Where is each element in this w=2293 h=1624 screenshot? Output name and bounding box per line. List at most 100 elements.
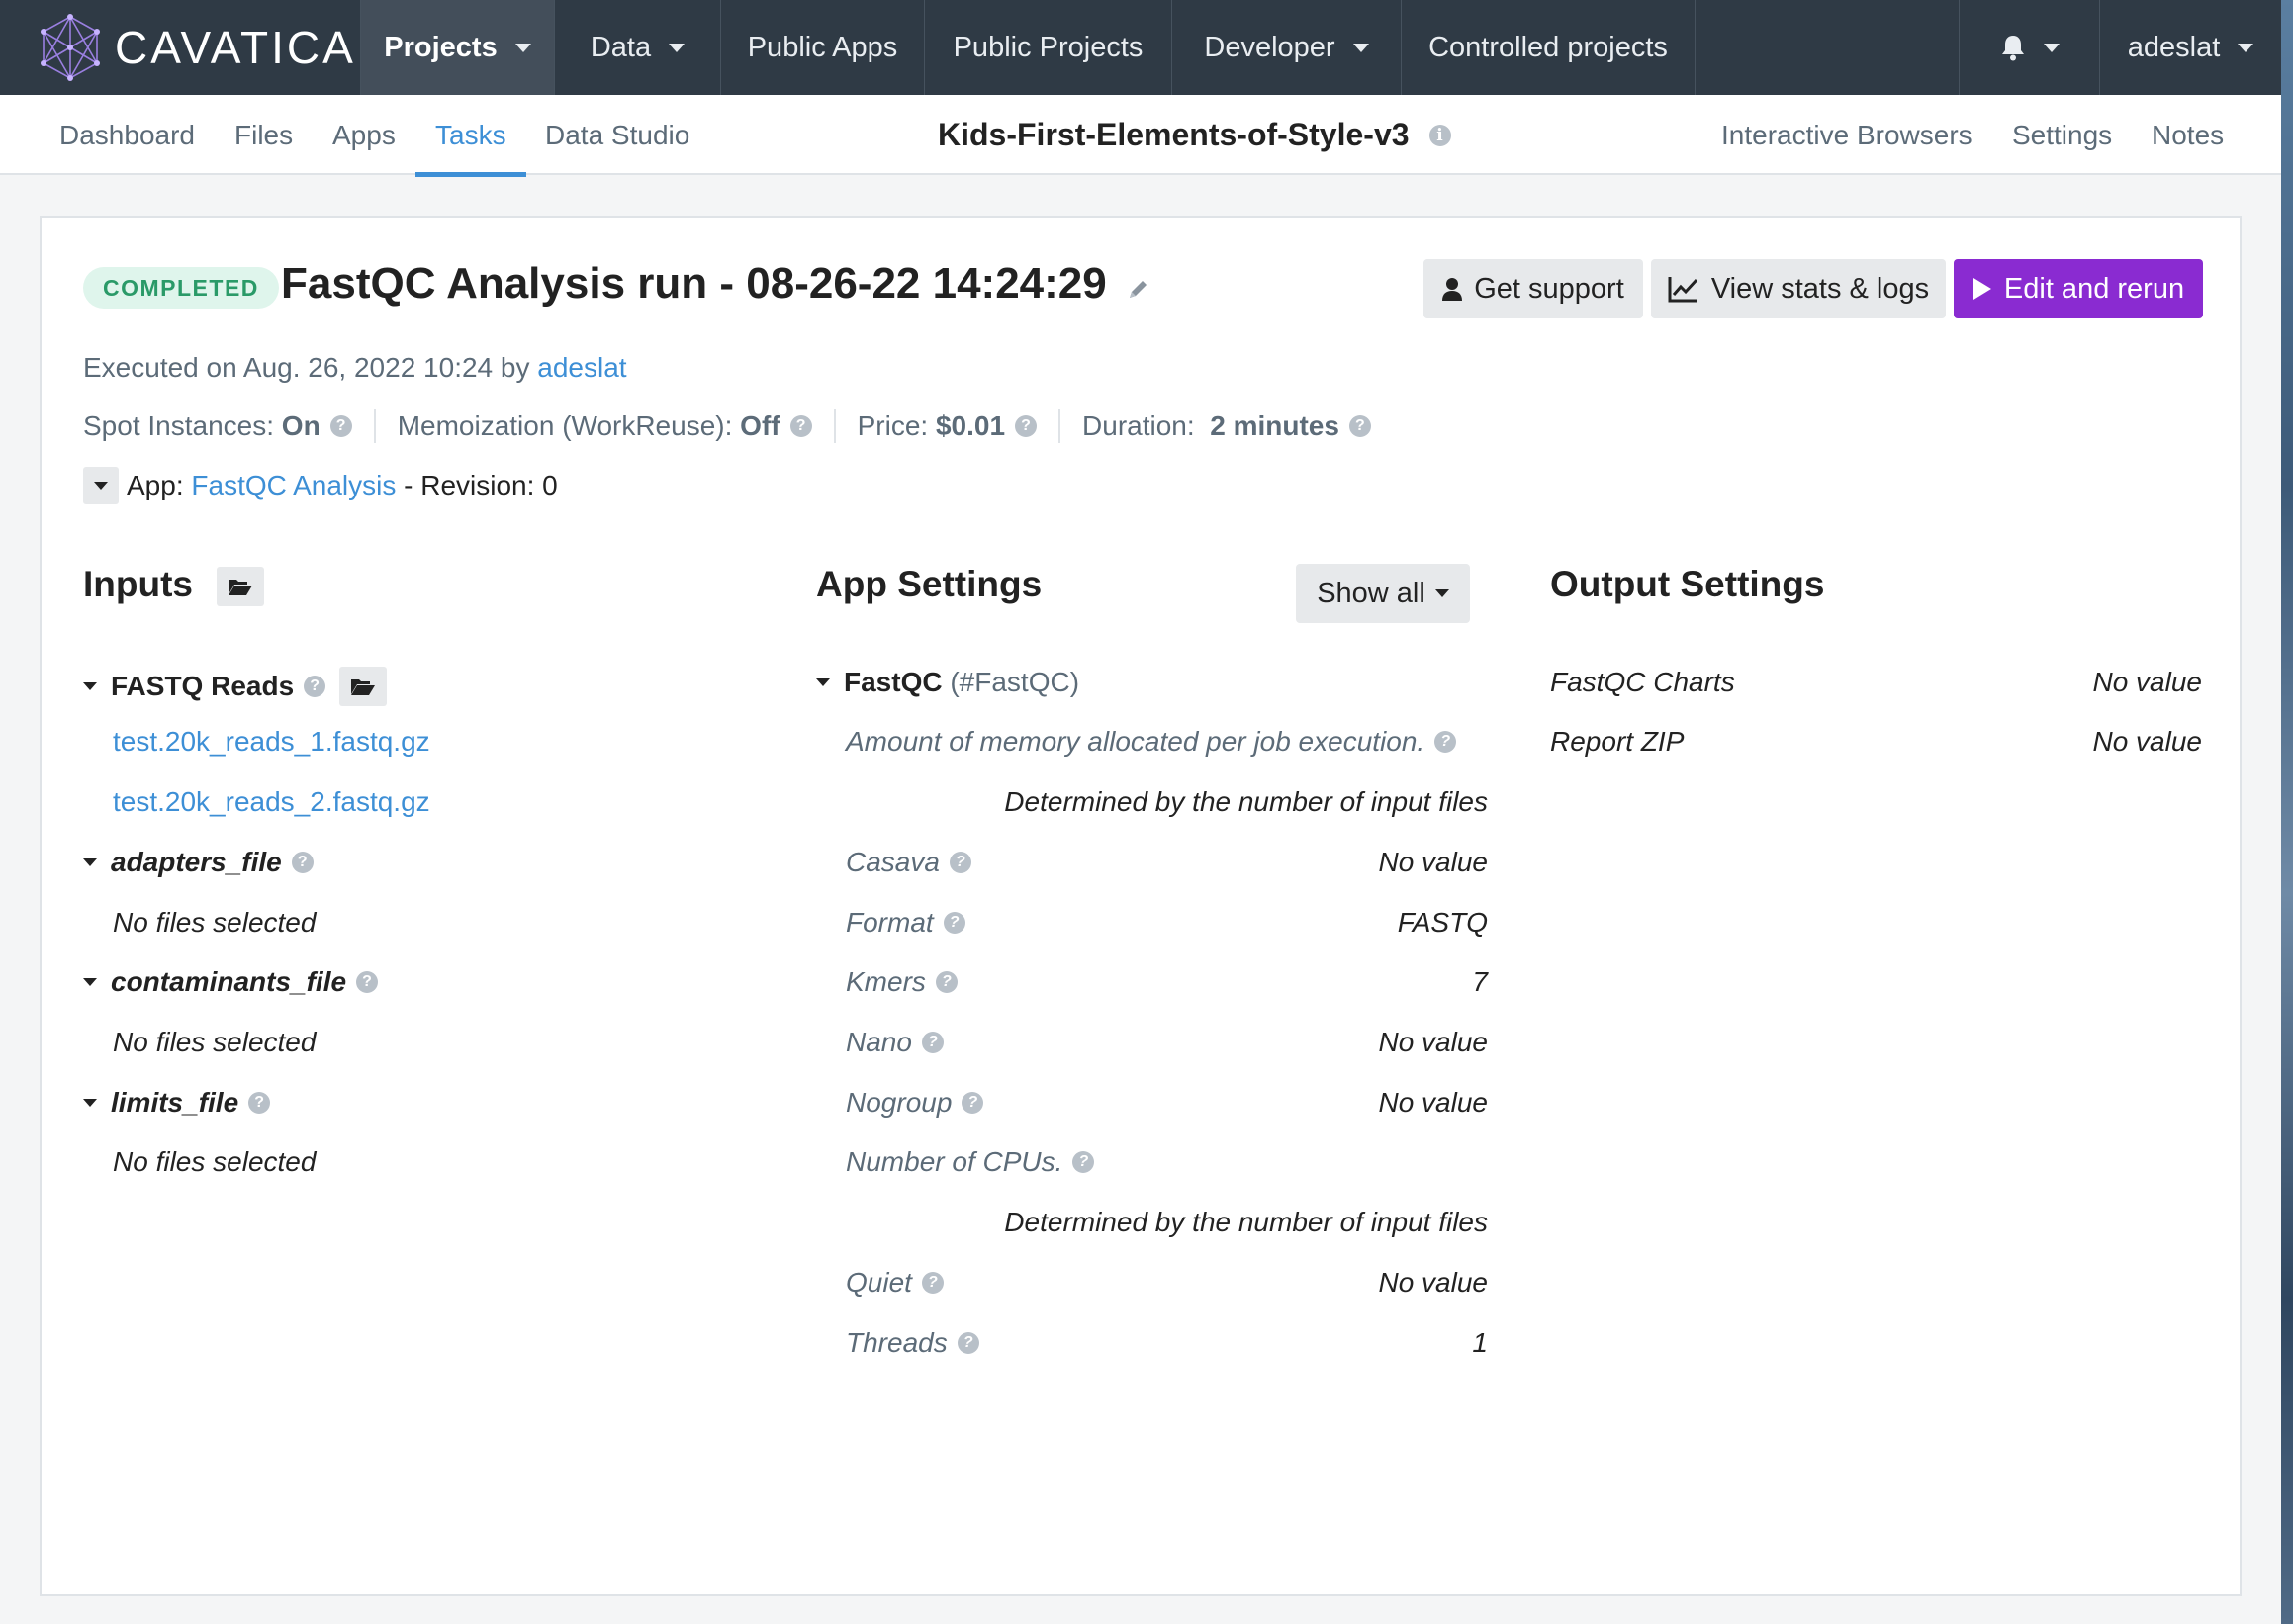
setting-label: Amount of memory allocated per job execu…: [846, 726, 1425, 757]
setting-label: Format: [846, 907, 934, 938]
edit-and-rerun-button[interactable]: Edit and rerun: [1954, 259, 2203, 318]
nav-controlled-projects[interactable]: Controlled projects: [1401, 0, 1696, 95]
setting-label: Quiet: [846, 1267, 912, 1298]
nav-projects[interactable]: Projects: [360, 0, 554, 95]
help-icon[interactable]: ?: [921, 1032, 944, 1053]
folder-open-button[interactable]: [339, 667, 388, 706]
app-details-toggle[interactable]: [83, 467, 119, 504]
link-notes-label: Notes: [2152, 119, 2225, 150]
get-support-button[interactable]: Get support: [1423, 259, 1643, 318]
user-menu[interactable]: adeslat: [2099, 0, 2281, 95]
help-icon[interactable]: ?: [949, 852, 971, 873]
setting-threads: Threads?: [846, 1327, 979, 1359]
help-icon[interactable]: ?: [935, 971, 958, 993]
settings-group-name: FastQC: [844, 667, 943, 697]
setting-label: Nano: [846, 1027, 912, 1057]
divider: [1058, 409, 1061, 443]
caret-down-icon[interactable]: [816, 678, 830, 686]
tab-data-studio[interactable]: Data Studio: [545, 95, 689, 175]
link-interactive-browsers[interactable]: Interactive Browsers: [1721, 95, 1972, 175]
app-settings-heading: App Settings: [816, 564, 1043, 604]
input-group-name: limits_file: [111, 1087, 239, 1118]
setting-format: Format?: [846, 907, 965, 939]
setting-value: FASTQ: [1397, 907, 1488, 938]
help-icon[interactable]: ?: [943, 912, 965, 934]
help-icon[interactable]: ?: [957, 1332, 979, 1354]
input-file-link[interactable]: test.20k_reads_2.fastq.gz: [113, 786, 430, 818]
play-icon: [1972, 278, 1991, 300]
chevron-down-icon: [669, 43, 686, 52]
caret-down-icon: [94, 482, 108, 490]
setting-casava: Casava?: [846, 847, 971, 878]
caret-down-icon: [1434, 589, 1449, 597]
nav-public-apps-label: Public Apps: [747, 31, 898, 63]
nav-data[interactable]: Data: [554, 0, 720, 95]
app-revision: - Revision: 0: [404, 470, 558, 500]
chevron-down-icon: [2043, 43, 2060, 52]
duration-value: 2 minutes: [1210, 410, 1339, 441]
output-label: Report ZIP: [1550, 726, 1685, 757]
nav-controlled-projects-label: Controlled projects: [1428, 31, 1668, 63]
help-icon[interactable]: ?: [789, 415, 812, 437]
username: adeslat: [2127, 31, 2221, 63]
setting-quiet: Quiet?: [846, 1267, 944, 1299]
nav-public-apps[interactable]: Public Apps: [720, 0, 924, 95]
memoization-value: Off: [740, 410, 780, 441]
help-icon[interactable]: ?: [1015, 415, 1038, 437]
project-title-text: Kids-First-Elements-of-Style-v3: [938, 117, 1410, 152]
help-icon[interactable]: ?: [1434, 731, 1457, 753]
help-icon[interactable]: ?: [291, 852, 314, 873]
output-value: No value: [2092, 667, 2202, 697]
caret-down-icon[interactable]: [83, 1099, 97, 1107]
line-chart-icon: [1668, 277, 1697, 303]
cavatica-logo[interactable]: CAVATICA: [36, 14, 356, 81]
app-info: App: FastQC Analysis - Revision: 0: [83, 467, 558, 504]
chevron-down-icon: [2238, 43, 2254, 52]
tab-apps[interactable]: Apps: [332, 95, 396, 175]
help-icon[interactable]: ?: [1072, 1151, 1095, 1173]
show-all-dropdown[interactable]: Show all: [1296, 564, 1470, 623]
tab-files[interactable]: Files: [234, 95, 293, 175]
tab-tasks[interactable]: Tasks: [415, 95, 526, 177]
bell-icon: [2001, 36, 2024, 61]
link-settings[interactable]: Settings: [2012, 95, 2112, 175]
output-settings-heading: Output Settings: [1550, 564, 1825, 604]
help-icon[interactable]: ?: [1348, 415, 1371, 437]
setting-value: No value: [1378, 847, 1488, 877]
app-prefix: App:: [127, 470, 184, 500]
help-icon[interactable]: ?: [356, 971, 379, 993]
spot-label: Spot Instances:: [83, 410, 275, 441]
notifications-menu[interactable]: [1959, 0, 2099, 95]
nav-developer[interactable]: Developer: [1171, 0, 1401, 95]
memoization-label: Memoization (WorkReuse):: [397, 410, 733, 441]
nav-developer-label: Developer: [1204, 31, 1335, 63]
help-icon[interactable]: ?: [248, 1092, 271, 1114]
input-file-link[interactable]: test.20k_reads_1.fastq.gz: [113, 726, 430, 758]
help-icon[interactable]: ?: [921, 1272, 944, 1294]
caret-down-icon[interactable]: [83, 858, 97, 866]
divider: [373, 409, 376, 443]
help-icon[interactable]: ?: [962, 1092, 984, 1114]
pencil-icon[interactable]: [1127, 277, 1150, 301]
tab-dashboard[interactable]: Dashboard: [59, 95, 195, 175]
info-icon[interactable]: i: [1428, 124, 1451, 146]
setting-nogroup: Nogroup?: [846, 1087, 984, 1119]
help-icon[interactable]: ?: [304, 676, 326, 697]
executed-by-link[interactable]: adeslat: [537, 352, 626, 383]
caret-down-icon[interactable]: [83, 682, 97, 690]
duration-label: Duration:: [1082, 410, 1195, 441]
nav-public-projects[interactable]: Public Projects: [924, 0, 1171, 95]
view-stats-logs-button[interactable]: View stats & logs: [1651, 259, 1946, 318]
folder-open-button[interactable]: [217, 567, 265, 607]
tab-data-studio-label: Data Studio: [545, 119, 690, 150]
inputs-heading-text: Inputs: [83, 564, 193, 604]
app-name-link[interactable]: FastQC Analysis: [191, 470, 396, 501]
caret-down-icon[interactable]: [83, 978, 97, 986]
brand-name: CAVATICA: [115, 22, 356, 73]
link-notes[interactable]: Notes: [2152, 95, 2224, 175]
setting-label: Casava: [846, 847, 940, 877]
input-group-limits-file: limits_file ?: [83, 1087, 271, 1119]
help-icon[interactable]: ?: [329, 415, 352, 437]
nav-projects-label: Projects: [384, 31, 498, 63]
setting-label: Threads: [846, 1327, 948, 1358]
